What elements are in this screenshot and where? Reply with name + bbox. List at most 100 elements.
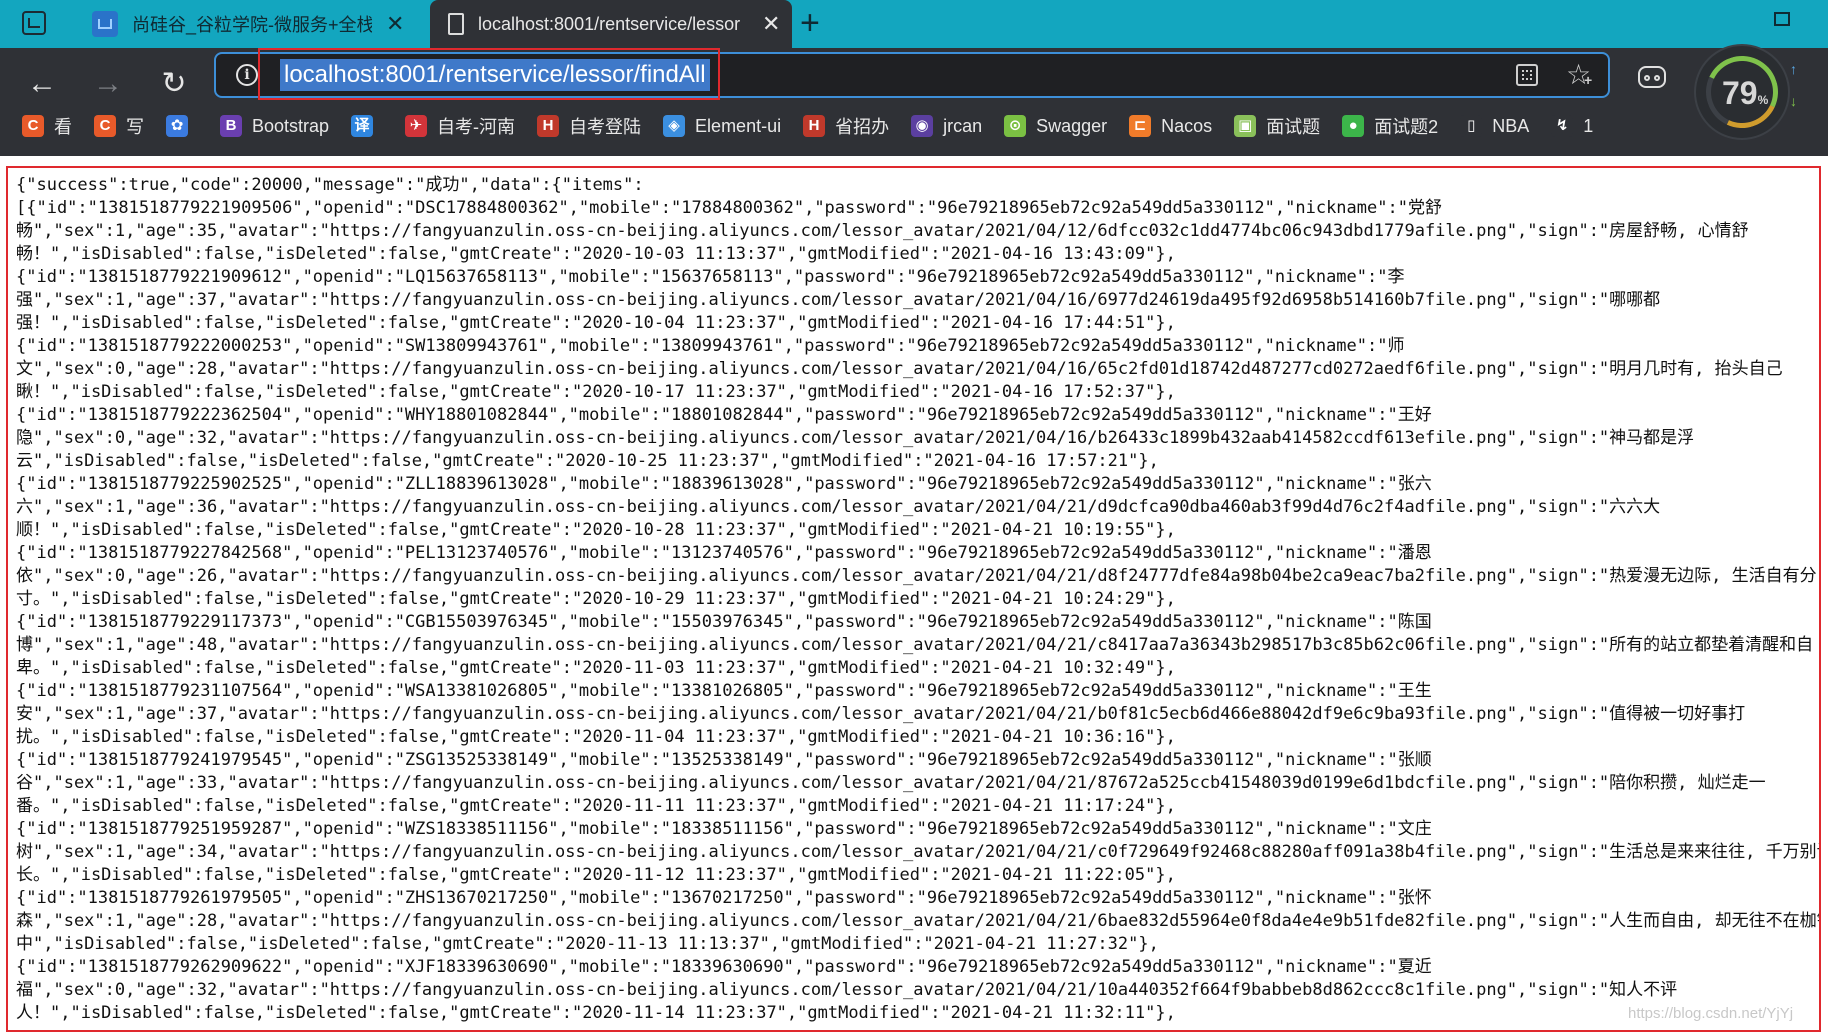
content-annotation-box: {"success":true,"code":20000,"message":"… [6, 166, 1821, 1032]
json-line: 福","sex":0,"age":32,"avatar":"https://fa… [16, 980, 1678, 1000]
bookmark-icon: ◈ [663, 115, 686, 137]
bookmark-item[interactable]: ◉ jrcan [911, 115, 982, 137]
json-line: 隐","sex":0,"age":32,"avatar":"https://fa… [16, 428, 1695, 448]
json-line: 人！","isDisabled":false,"isDeleted":false… [16, 1003, 1176, 1023]
network-arrows-icon: ↑ ↓ [1790, 61, 1797, 109]
bookmark-label: jrcan [943, 115, 983, 136]
json-line: 顺！","isDisabled":false,"isDeleted":false… [16, 520, 1176, 540]
bookmark-label: 自考-河南 [437, 117, 516, 137]
back-button[interactable]: ← [22, 64, 62, 104]
json-line: 树","sex":1,"age":34,"avatar":"https://fa… [16, 842, 1819, 862]
tab-title: 尚硅谷_谷粒学院-微服务+全栈在 [132, 15, 372, 35]
json-line: 谷","sex":1,"age":33,"avatar":"https://fa… [16, 773, 1766, 793]
json-line: {"id":"1381518779225902525","openid":"ZL… [16, 474, 1432, 494]
bookmark-item[interactable]: ⊏ Nacos [1129, 115, 1212, 137]
json-line: 瞅！","isDisabled":false,"isDeleted":false… [16, 382, 1176, 402]
tab-guli[interactable]: 尚硅谷_谷粒学院-微服务+全栈在 ✕ [84, 0, 424, 48]
bookmarks-bar: C 看 C 写 ✿ B Bootstrap 译 ✈ 自考-河南 H 自考登陆 ◈ Element-ui H 省… [0, 106, 1828, 146]
bookmark-icon: C [22, 115, 44, 137]
bookmark-item[interactable]: C看 [22, 113, 72, 139]
bookmark-item[interactable]: H 自考登陆 [537, 113, 641, 139]
bookmark-icon: ▯ [1460, 115, 1483, 137]
bookmark-label: Nacos [1161, 115, 1213, 136]
json-line: 文","sex":0,"age":28,"avatar":"https://fa… [16, 359, 1783, 379]
json-line: {"id":"1381518779229117373","openid":"CG… [16, 612, 1432, 632]
tab-localhost-active[interactable]: localhost:8001/rentservice/lessor ✕ [430, 0, 792, 48]
extension-icon[interactable] [1638, 66, 1666, 88]
bookmark-label: NBA [1492, 115, 1530, 136]
browser-toolbar: ← → ↻ i localhost:8001/rentservice/lesso… [0, 44, 1828, 156]
url-input[interactable]: localhost:8001/rentservice/lessor/findAl… [280, 59, 710, 91]
bookmark-icon: ✿ [166, 115, 188, 137]
info-icon[interactable]: i [236, 64, 258, 86]
close-icon[interactable]: ✕ [762, 13, 780, 35]
json-line: {"id":"1381518779231107564","openid":"WS… [16, 681, 1432, 701]
bookmark-item[interactable]: C写 [94, 113, 144, 139]
qr-code-icon[interactable] [1516, 64, 1538, 86]
json-line: 长。","isDisabled":false,"isDeleted":false… [16, 865, 1176, 885]
new-tab-button[interactable]: + [800, 6, 820, 40]
json-line: 卑。","isDisabled":false,"isDeleted":false… [16, 658, 1176, 678]
json-line: 六","sex":1,"age":36,"avatar":"https://fa… [16, 497, 1661, 517]
tab-strip: 尚硅谷_谷粒学院-微服务+全栈在 ✕ localhost:8001/rentse… [0, 0, 1828, 48]
plus-icon: + [1584, 72, 1593, 88]
json-line: 森","sex":1,"age":28,"avatar":"https://fa… [16, 911, 1819, 931]
bookmark-item[interactable]: H 省招办 [803, 113, 889, 139]
json-line: 畅！","isDisabled":false,"isDeleted":false… [16, 244, 1176, 264]
bookmark-item[interactable]: 译 [351, 115, 383, 137]
bookmark-icon: C [94, 115, 116, 137]
json-line: {"success":true,"code":20000,"message":"… [16, 175, 644, 195]
json-response-body: {"success":true,"code":20000,"message":"… [16, 174, 1819, 1025]
json-line: 安","sex":1,"age":37,"avatar":"https://fa… [16, 704, 1746, 724]
bookmark-label: 1 [1583, 115, 1594, 136]
bookmark-item[interactable]: ✈ 自考-河南 [405, 113, 515, 139]
reload-button[interactable]: ↻ [154, 64, 194, 104]
json-line: 扰。","isDisabled":false,"isDeleted":false… [16, 727, 1176, 747]
bookmark-item[interactable]: ⊙ Swagger [1004, 115, 1107, 137]
json-line: {"id":"1381518779227842568","openid":"PE… [16, 543, 1432, 563]
address-bar[interactable]: i localhost:8001/rentservice/lessor/find… [214, 48, 1610, 100]
bookmark-icon: ↯ [1551, 115, 1574, 137]
json-line: 畅","sex":1,"age":35,"avatar":"https://fa… [16, 221, 1749, 241]
json-line: 强！","isDisabled":false,"isDeleted":false… [16, 313, 1176, 333]
json-line: 云","isDisabled":false,"isDeleted":false,… [16, 451, 1159, 471]
watermark: https://blog.csdn.net/YjYj [1628, 1005, 1794, 1022]
json-line: {"id":"1381518779221909612","openid":"LQ… [16, 267, 1405, 287]
bookmark-label: 自考登陆 [569, 117, 642, 137]
json-line: 寸。","isDisabled":false,"isDeleted":false… [16, 589, 1176, 609]
bookmark-label: Element-ui [695, 115, 782, 136]
bookmark-icon: ⊙ [1004, 115, 1027, 137]
json-line: {"id":"1381518779261979505","openid":"ZH… [16, 888, 1432, 908]
bookmark-icon: H [537, 115, 560, 137]
bookmark-label: Bootstrap [252, 115, 330, 136]
bookmark-label: 看 [54, 117, 72, 137]
bookmark-icon: H [803, 115, 826, 137]
bookmark-item[interactable]: ◈ Element-ui [663, 115, 781, 137]
tab-title: localhost:8001/rentservice/lessor [478, 13, 741, 34]
bookmark-item[interactable]: ▣ 面试题 [1234, 113, 1320, 139]
bookmark-label: Swagger [1036, 115, 1108, 136]
bookmark-icon: ✈ [405, 115, 428, 137]
bookmark-item[interactable]: B Bootstrap [220, 115, 329, 137]
tab-doc-icon [92, 11, 118, 37]
bookmark-icon: ▣ [1234, 115, 1257, 137]
bookmark-label: 省招办 [835, 117, 890, 137]
window-menu-icon[interactable] [22, 11, 46, 35]
bookmark-item[interactable]: ● 面试题2 [1342, 113, 1438, 139]
json-line: {"id":"1381518779251959287","openid":"WZ… [16, 819, 1432, 839]
json-line: 番。","isDisabled":false,"isDeleted":false… [16, 796, 1176, 816]
json-line: {"id":"1381518779241979545","openid":"ZS… [16, 750, 1432, 770]
maximize-icon[interactable] [1774, 12, 1790, 26]
bookmark-label: 面试题 [1266, 117, 1321, 137]
json-line: {"id":"1381518779222000253","openid":"SW… [16, 336, 1405, 356]
json-line: 中","isDisabled":false,"isDeleted":false,… [16, 934, 1159, 954]
bookmark-item[interactable]: ▯ NBA [1460, 115, 1529, 137]
close-icon[interactable]: ✕ [386, 13, 404, 35]
bookmark-label: 面试题2 [1374, 117, 1439, 137]
bookmark-item[interactable]: ✿ [166, 115, 198, 137]
json-line: {"id":"1381518779222362504","openid":"WH… [16, 405, 1432, 425]
bookmark-label: 写 [126, 117, 144, 137]
bookmark-icon: ◉ [911, 115, 934, 137]
bookmark-item[interactable]: ↯ 1 [1551, 115, 1593, 137]
forward-button[interactable]: → [88, 64, 128, 104]
